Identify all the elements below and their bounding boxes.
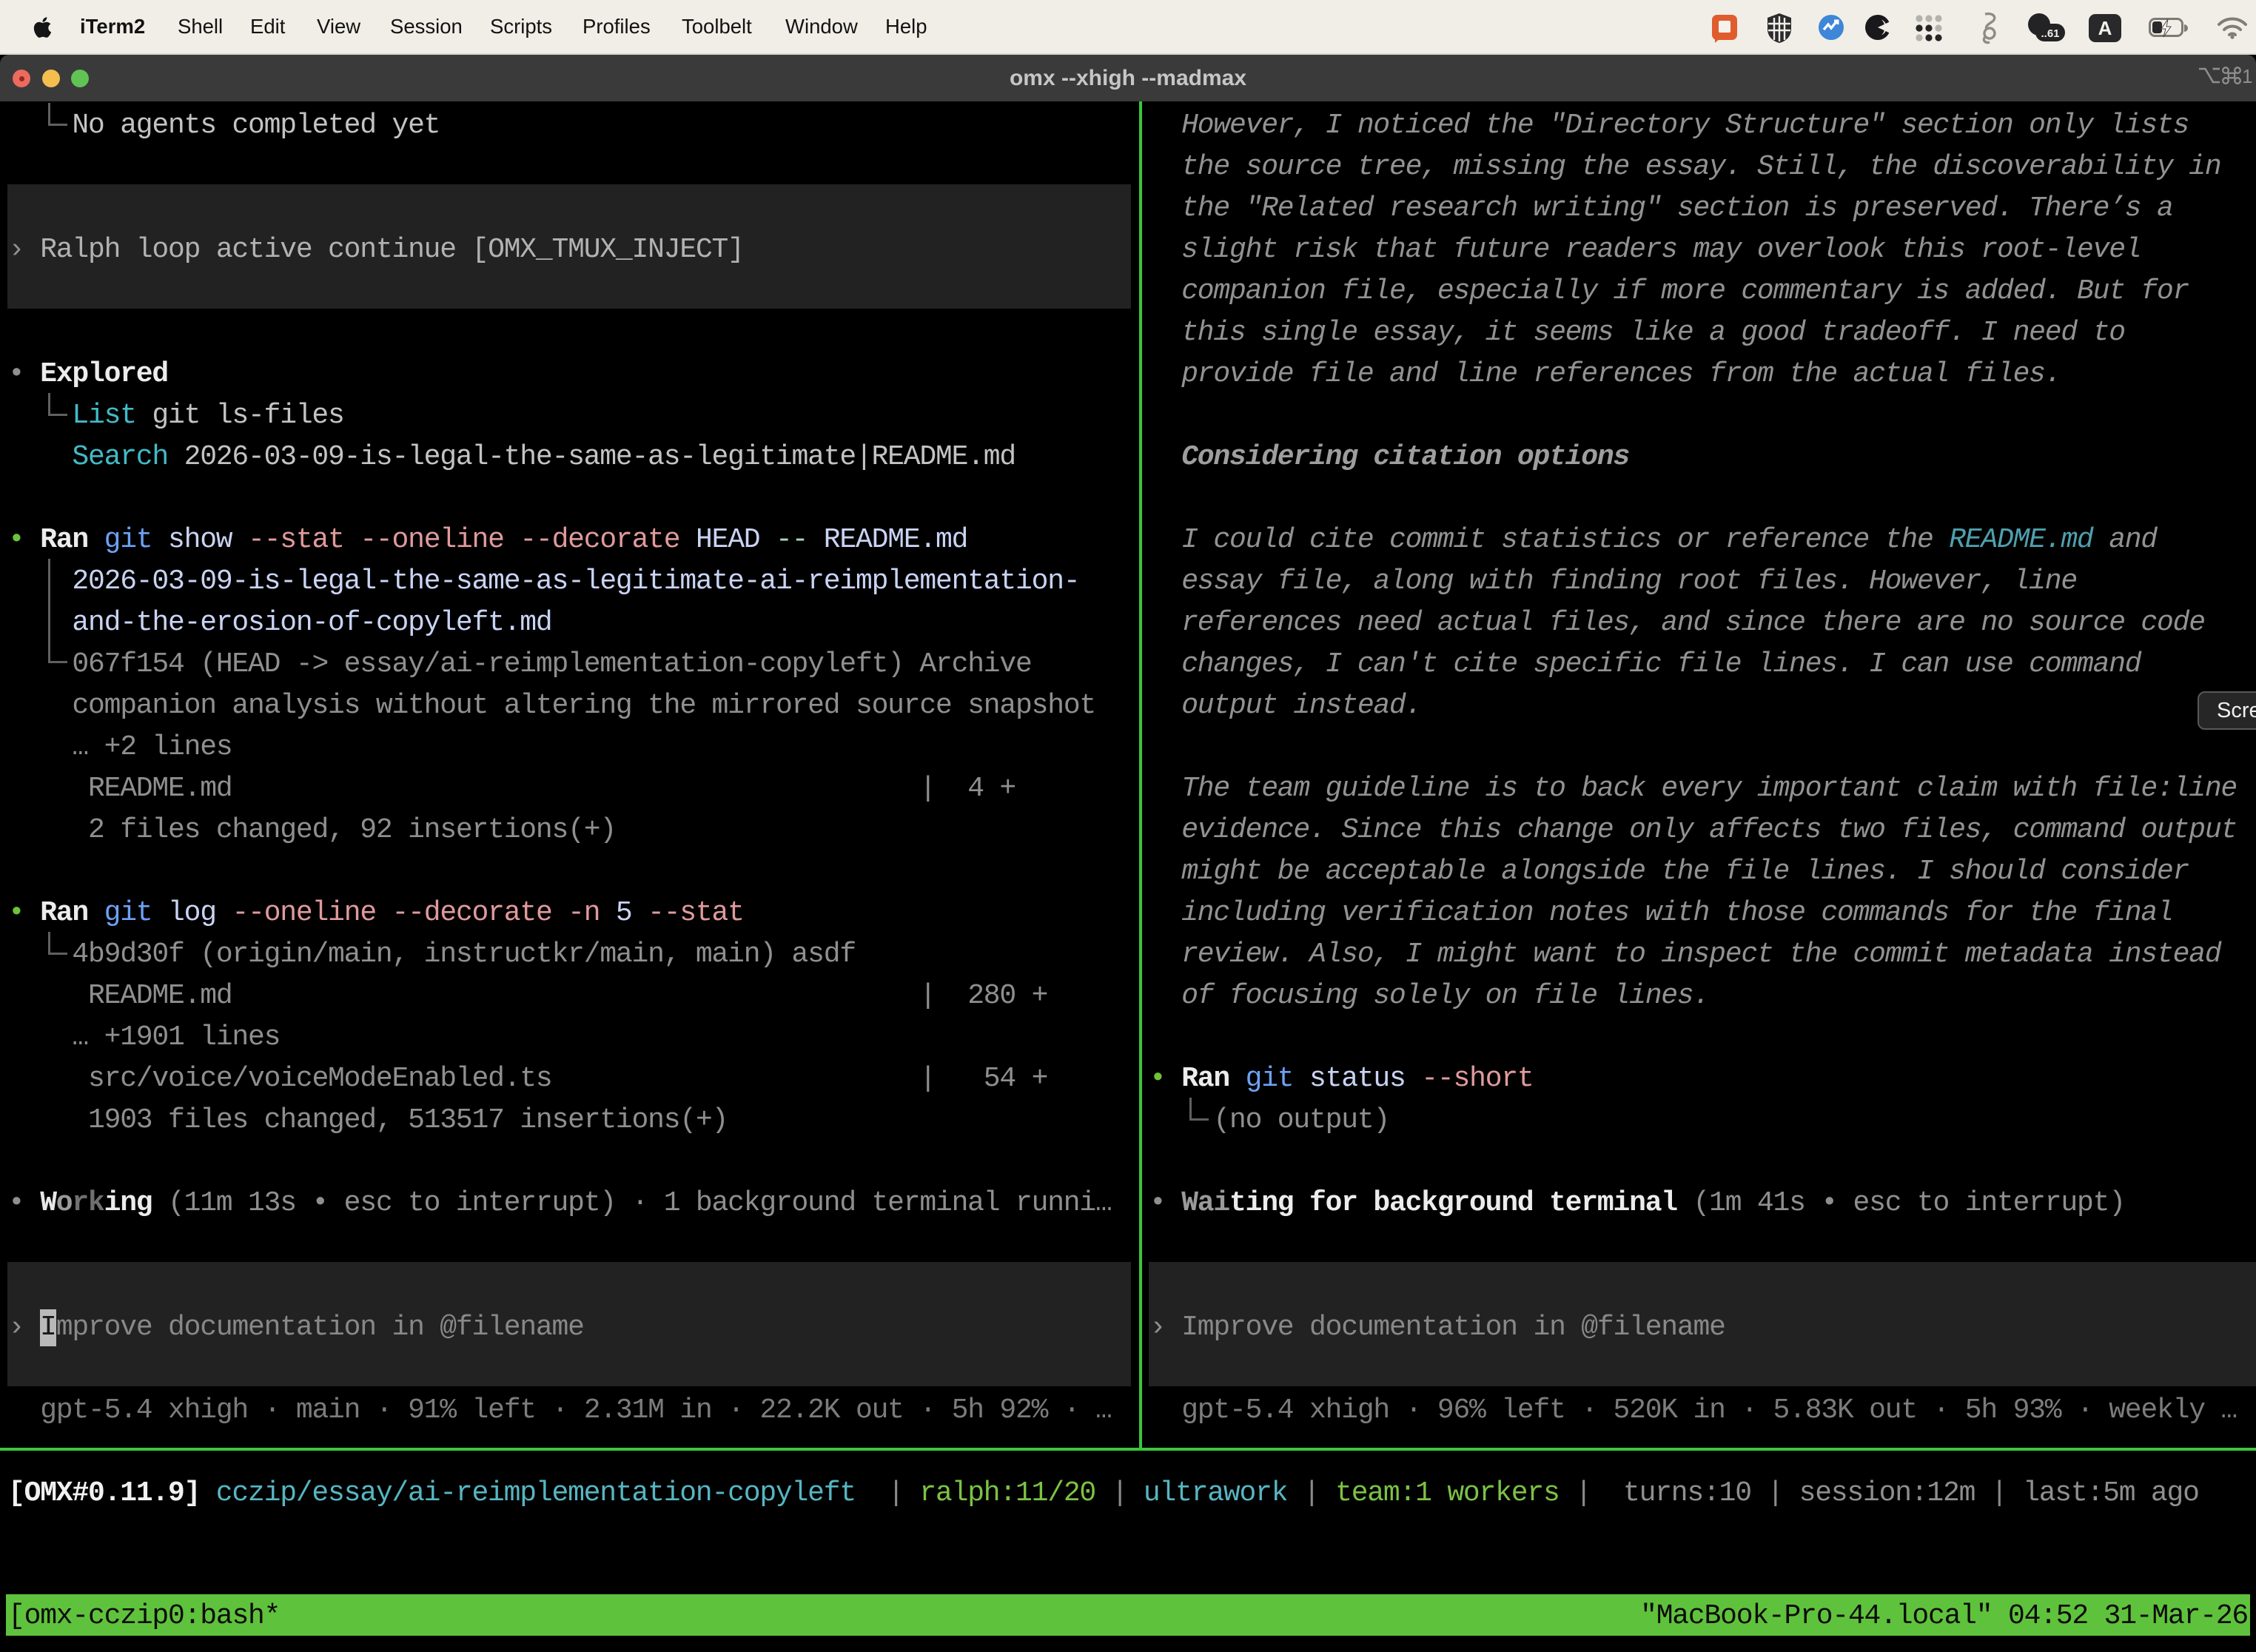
svg-text:..61: ..61 [2041, 27, 2059, 40]
svg-text:1: 1 [2242, 65, 2252, 86]
